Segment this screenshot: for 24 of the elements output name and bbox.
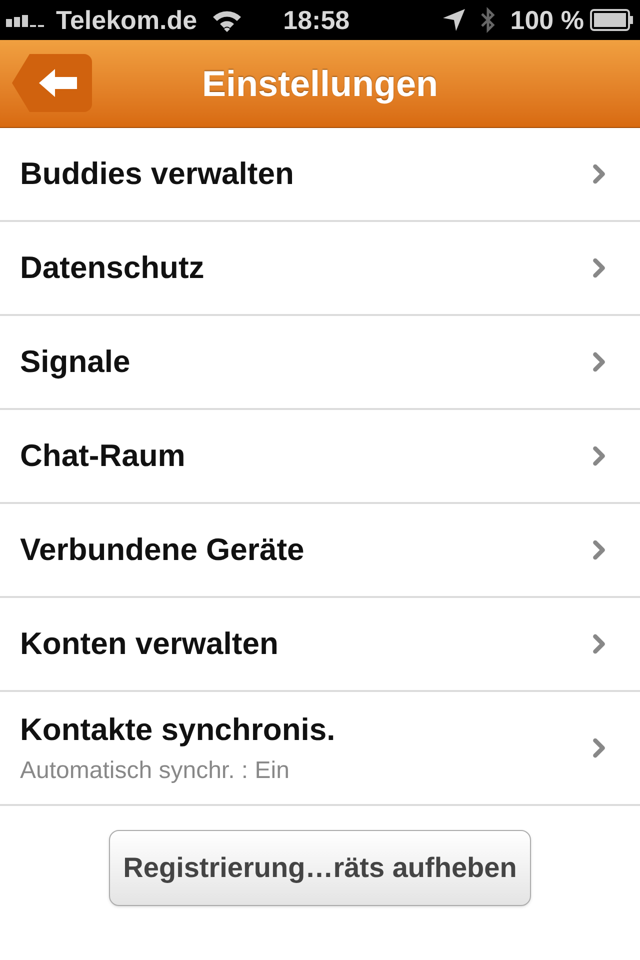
row-detail: Automatisch synchr. : Ein bbox=[20, 756, 290, 786]
settings-row[interactable]: Datenschutz bbox=[0, 222, 640, 316]
location-arrow-icon bbox=[442, 8, 466, 32]
settings-row[interactable]: Konten verwalten bbox=[0, 598, 640, 692]
settings-row[interactable]: Signale bbox=[0, 316, 640, 410]
row-label: Kontakte synchronis. bbox=[20, 710, 336, 749]
row-label: Datenschutz bbox=[20, 248, 206, 287]
left-arrow-icon bbox=[39, 69, 79, 97]
clock-time: 18:58 bbox=[283, 4, 350, 36]
page-title: Einstellungen bbox=[202, 62, 438, 106]
settings-row[interactable]: Kontakte synchronis. Automatisch synchr. : Ein bbox=[0, 692, 640, 806]
row-label: Signale bbox=[20, 342, 132, 381]
back-button[interactable] bbox=[12, 54, 92, 112]
carrier-name: Telekom.de bbox=[56, 4, 198, 36]
row-label: Chat-Raum bbox=[20, 436, 186, 475]
row-label: Konten verwalten bbox=[20, 624, 280, 663]
settings-row[interactable]: Chat-Raum bbox=[0, 410, 640, 504]
settings-row[interactable]: Verbundene Geräte bbox=[0, 504, 640, 598]
battery-percent: 100 % bbox=[510, 4, 584, 36]
row-label: Buddies verwalten bbox=[20, 154, 295, 193]
battery-icon bbox=[590, 9, 634, 31]
settings-row[interactable]: Buddies verwalten bbox=[0, 128, 640, 222]
unregister-button[interactable]: Registrierung…räts aufheben bbox=[109, 830, 531, 906]
row-label: Verbundene Geräte bbox=[20, 530, 306, 569]
